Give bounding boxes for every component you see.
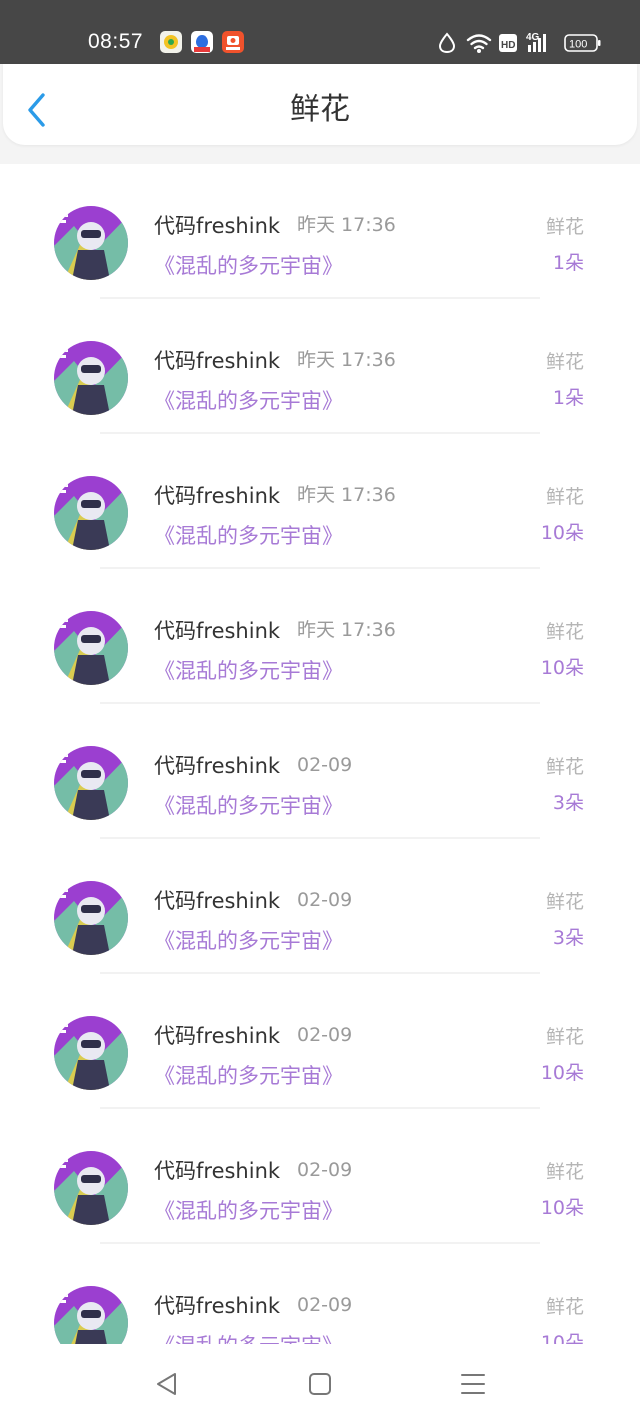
avatar[interactable] <box>54 1016 128 1090</box>
network-label: 4G <box>526 32 540 43</box>
record-row[interactable]: 代码freshink 02-09 《混乱的多元宇宙》 鲜花 10朵 <box>0 974 640 1109</box>
square-home-icon <box>309 1373 331 1395</box>
gift-type: 鲜花 <box>545 1296 584 1318</box>
book-title-link[interactable]: 《混乱的多元宇宙》 <box>154 657 343 685</box>
status-icons: HD 4G 100 <box>438 32 601 54</box>
gift-count: 1朵 <box>552 387 584 409</box>
record-time: 02-09 <box>297 1294 353 1316</box>
gift-type: 鲜花 <box>545 486 584 508</box>
gift-type: 鲜花 <box>545 1161 584 1183</box>
gift-type: 鲜花 <box>545 1026 584 1048</box>
flower-record-list: 代码freshink 昨天 17:36 《混乱的多元宇宙》 鲜花 1朵 代码freshin… <box>0 164 640 1344</box>
book-title-link[interactable]: 《混乱的多元宇宙》 <box>154 1332 343 1344</box>
user-name: 代码freshink <box>154 619 281 643</box>
baidu-app-icon <box>191 31 213 53</box>
book-title-link[interactable]: 《混乱的多元宇宙》 <box>154 1062 343 1090</box>
book-title-link[interactable]: 《混乱的多元宇宙》 <box>154 387 343 415</box>
user-name: 代码freshink <box>154 754 281 778</box>
system-nav-bar <box>0 1344 640 1422</box>
user-name: 代码freshink <box>154 1294 281 1318</box>
hd-label: HD <box>501 40 515 51</box>
wifi-icon <box>466 34 492 50</box>
gift-count: 1朵 <box>552 252 584 274</box>
gift-count: 10朵 <box>540 522 584 544</box>
status-time: 08:57 <box>88 30 144 53</box>
book-title-link[interactable]: 《混乱的多元宇宙》 <box>154 792 343 820</box>
gift-count: 10朵 <box>540 1332 584 1344</box>
record-time: 02-09 <box>297 889 353 911</box>
book-title-link[interactable]: 《混乱的多元宇宙》 <box>154 927 343 955</box>
avatar[interactable] <box>54 476 128 550</box>
user-name: 代码freshink <box>154 214 281 238</box>
gift-count: 3朵 <box>552 792 584 814</box>
page-title: 鲜花 <box>290 92 350 127</box>
battery-label: 100 <box>569 39 587 51</box>
user-name: 代码freshink <box>154 484 281 508</box>
gift-type: 鲜花 <box>545 756 584 778</box>
record-time: 昨天 17:36 <box>297 214 396 236</box>
gift-type: 鲜花 <box>545 351 584 373</box>
nav-back-button[interactable] <box>152 1368 184 1400</box>
record-row[interactable]: 代码freshink 昨天 17:36 《混乱的多元宇宙》 鲜花 1朵 <box>0 164 640 299</box>
record-time: 昨天 17:36 <box>297 484 396 506</box>
avatar[interactable] <box>54 881 128 955</box>
record-time: 02-09 <box>297 1159 353 1181</box>
avatar[interactable] <box>54 1151 128 1225</box>
record-time: 02-09 <box>297 754 353 776</box>
user-name: 代码freshink <box>154 1024 281 1048</box>
record-time: 02-09 <box>297 1024 353 1046</box>
gift-type: 鲜花 <box>545 621 584 643</box>
record-row[interactable]: 代码freshink 昨天 17:36 《混乱的多元宇宙》 鲜花 10朵 <box>0 434 640 569</box>
book-title-link[interactable]: 《混乱的多元宇宙》 <box>154 252 343 280</box>
book-title-link[interactable]: 《混乱的多元宇宙》 <box>154 1197 343 1225</box>
video-app-icon <box>222 31 244 53</box>
record-row[interactable]: 代码freshink 02-09 《混乱的多元宇宙》 鲜花 3朵 <box>0 839 640 974</box>
gift-count: 10朵 <box>540 1197 584 1219</box>
avatar[interactable] <box>54 746 128 820</box>
gift-count: 10朵 <box>540 1062 584 1084</box>
book-title-link[interactable]: 《混乱的多元宇宙》 <box>154 522 343 550</box>
record-time: 昨天 17:36 <box>297 349 396 371</box>
header-area: 鲜花 <box>0 64 640 164</box>
gift-type: 鲜花 <box>545 216 584 238</box>
record-row[interactable]: 代码freshink 昨天 17:36 《混乱的多元宇宙》 鲜花 10朵 <box>0 569 640 704</box>
gift-type: 鲜花 <box>545 891 584 913</box>
record-row[interactable]: 代码freshink 02-09 《混乱的多元宇宙》 鲜花 3朵 <box>0 704 640 839</box>
record-row[interactable]: 代码freshink 昨天 17:36 《混乱的多元宇宙》 鲜花 1朵 <box>0 299 640 434</box>
chat-app-icon <box>160 31 182 53</box>
user-name: 代码freshink <box>154 889 281 913</box>
avatar[interactable] <box>54 1286 128 1344</box>
nav-menu-button[interactable] <box>457 1368 489 1400</box>
avatar[interactable] <box>54 611 128 685</box>
gift-count: 10朵 <box>540 657 584 679</box>
nav-home-button[interactable] <box>304 1368 336 1400</box>
drop-icon <box>438 32 456 54</box>
user-name: 代码freshink <box>154 1159 281 1183</box>
record-row[interactable]: 代码freshink 02-09 《混乱的多元宇宙》 鲜花 10朵 <box>0 1244 640 1344</box>
menu-lines-icon <box>461 1374 485 1394</box>
triangle-back-icon <box>157 1373 176 1395</box>
avatar[interactable] <box>54 341 128 415</box>
header-bar: 鲜花 <box>3 64 637 145</box>
status-bar: 08:57 HD 4G 100 <box>0 0 640 64</box>
record-row[interactable]: 代码freshink 02-09 《混乱的多元宇宙》 鲜花 10朵 <box>0 1109 640 1244</box>
avatar[interactable] <box>54 206 128 280</box>
user-name: 代码freshink <box>154 349 281 373</box>
gift-count: 3朵 <box>552 927 584 949</box>
record-time: 昨天 17:36 <box>297 619 396 641</box>
